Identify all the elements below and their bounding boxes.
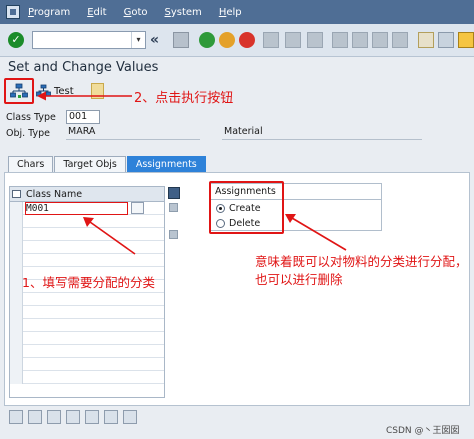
menu-system[interactable]: System	[165, 7, 202, 18]
copy-row-icon[interactable]	[123, 410, 137, 424]
arrow-to-assignments	[285, 214, 347, 251]
first-page-icon[interactable]	[332, 32, 348, 48]
tab-assignments[interactable]: Assignments	[126, 156, 206, 172]
row-selector[interactable]	[10, 332, 23, 345]
table-row[interactable]	[10, 358, 164, 371]
assignments-highlight-box	[209, 181, 284, 234]
row-selector[interactable]	[10, 293, 23, 306]
last-page-icon[interactable]	[392, 32, 408, 48]
cancel-icon[interactable]	[239, 32, 255, 48]
save-icon[interactable]	[173, 32, 189, 48]
table-row[interactable]	[10, 319, 164, 332]
row-selector[interactable]	[10, 202, 23, 215]
menu-goto[interactable]: Goto	[124, 7, 148, 18]
row-selector[interactable]	[10, 241, 23, 254]
find-icon[interactable]	[285, 32, 301, 48]
command-field[interactable]: ▾	[32, 31, 146, 49]
menu-bar: Program Edit Goto System Help	[0, 0, 474, 24]
table-row[interactable]	[10, 345, 164, 358]
class-type-field[interactable]: 001	[66, 110, 100, 124]
find-next-icon[interactable]	[307, 32, 323, 48]
table-toolbar	[9, 410, 142, 426]
chevron-down-icon[interactable]: ▾	[131, 32, 145, 48]
table-row[interactable]	[10, 293, 164, 306]
standard-toolbar: ✓ ▾ «	[0, 24, 474, 57]
menu-help[interactable]: Help	[219, 7, 242, 18]
print-icon[interactable]	[263, 32, 279, 48]
value-help-icon[interactable]	[131, 202, 144, 214]
class-name-cell[interactable]	[25, 345, 128, 358]
table-row[interactable]	[10, 371, 164, 384]
watermark: CSDN @丶王囡囡	[386, 426, 460, 436]
sap-menu-icon[interactable]	[6, 5, 20, 19]
double-chevron-left-icon[interactable]: «	[150, 32, 166, 48]
select-all-icon[interactable]	[12, 190, 21, 198]
help-icon[interactable]	[458, 32, 474, 48]
row-selector[interactable]	[10, 371, 23, 384]
annotation-note: 意味着既可以对物料的分类进行分配，也可以进行删除	[255, 254, 468, 287]
column-class-name: Class Name	[26, 189, 83, 200]
table-settings-icon[interactable]	[168, 187, 180, 199]
table-row[interactable]	[10, 332, 164, 345]
obj-type-label: Obj. Type	[6, 128, 51, 139]
class-name-cell[interactable]	[25, 371, 128, 384]
row-selector[interactable]	[10, 228, 23, 241]
deselect-icon[interactable]	[47, 410, 61, 424]
class-name-cell[interactable]	[25, 293, 128, 306]
previous-page-icon[interactable]	[352, 32, 368, 48]
insert-row-icon[interactable]	[85, 410, 99, 424]
row-selector[interactable]	[10, 254, 23, 267]
execute-highlight-box	[4, 78, 34, 104]
delete-row-icon[interactable]	[66, 410, 80, 424]
arrow-to-class-field	[83, 217, 136, 255]
enter-check-icon[interactable]: ✓	[8, 32, 24, 48]
menu-program[interactable]: Program	[28, 7, 70, 18]
obj-type-description: Material	[222, 126, 422, 140]
details-icon[interactable]	[9, 410, 23, 424]
table-row[interactable]	[10, 306, 164, 319]
class-name-cell[interactable]	[25, 358, 128, 371]
class-type-label: Class Type	[6, 112, 56, 123]
class-name-cell[interactable]	[25, 319, 128, 332]
new-session-icon[interactable]	[418, 32, 434, 48]
arrow-to-execute	[37, 91, 132, 101]
row-selector[interactable]	[10, 215, 23, 228]
row-selector[interactable]	[10, 358, 23, 371]
select-block-icon[interactable]	[28, 410, 42, 424]
annotation-step1: 1、填写需要分配的分类	[22, 275, 155, 290]
row-selector[interactable]	[10, 306, 23, 319]
class-name-cell[interactable]	[25, 306, 128, 319]
tab-strip: Chars Target Objs Assignments	[8, 156, 207, 172]
annotation-step2: 2、点击执行按钮	[134, 91, 234, 106]
customize-layout-icon[interactable]	[438, 32, 454, 48]
menu-edit[interactable]: Edit	[87, 7, 106, 18]
scroll-up-icon[interactable]	[169, 203, 178, 212]
append-row-icon[interactable]	[104, 410, 118, 424]
class-name-cell[interactable]	[25, 332, 128, 345]
back-icon[interactable]	[199, 32, 215, 48]
scroll-down-icon[interactable]	[169, 230, 178, 239]
row-selector[interactable]	[10, 345, 23, 358]
tab-chars[interactable]: Chars	[8, 156, 54, 172]
obj-type-value: MARA	[66, 126, 200, 140]
table-header: Class Name	[10, 187, 164, 202]
next-page-icon[interactable]	[372, 32, 388, 48]
row-selector[interactable]	[10, 319, 23, 332]
exit-icon[interactable]	[219, 32, 235, 48]
tab-target-objs[interactable]: Target Objs	[54, 156, 126, 172]
page-title: Set and Change Values	[8, 60, 159, 75]
